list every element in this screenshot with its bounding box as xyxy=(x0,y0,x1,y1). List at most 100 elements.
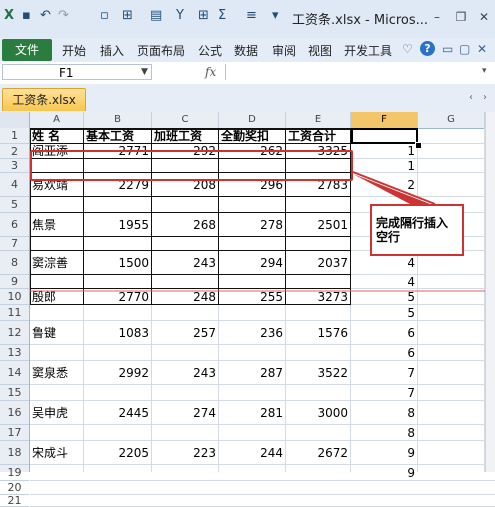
helper-number-cell[interactable]: 7 xyxy=(353,361,415,385)
helper-number-cell[interactable]: 5 xyxy=(353,305,415,321)
formula-input[interactable] xyxy=(225,64,481,80)
value-cell[interactable]: 2992 xyxy=(86,361,149,385)
borders-icon[interactable]: ⊞ xyxy=(198,8,209,24)
column-header-c[interactable]: C xyxy=(152,112,219,128)
row-header-10[interactable]: 10 xyxy=(0,289,29,305)
autosum-icon[interactable]: Σ xyxy=(218,8,226,24)
scroll-left-icon[interactable]: ‹ xyxy=(469,92,473,103)
name-cell[interactable]: 吴申虎 xyxy=(32,401,81,425)
value-cell[interactable]: 2445 xyxy=(86,401,149,425)
row-header-3[interactable]: 3 xyxy=(0,159,29,173)
row-header-17[interactable]: 17 xyxy=(0,425,29,441)
tab-home[interactable]: 开始 xyxy=(62,42,86,59)
value-cell[interactable]: 3522 xyxy=(288,361,348,385)
helper-number-cell[interactable]: 2 xyxy=(353,173,415,197)
row-header-16[interactable]: 16 xyxy=(0,401,29,425)
redo-icon[interactable]: ↷ xyxy=(58,8,69,24)
filter-icon[interactable]: Y xyxy=(176,8,184,24)
value-cell[interactable]: 2037 xyxy=(288,251,348,275)
row-header-12[interactable]: 12 xyxy=(0,321,29,345)
tab-insert[interactable]: 插入 xyxy=(100,42,124,59)
row-header-6[interactable]: 6 xyxy=(0,213,29,237)
cell-area[interactable]: 姓 名基本工资 加班工资 全勤奖扣 工资合计 阎亚添 2771 292 262 3325 易欢靖 2… xyxy=(30,128,495,507)
tab-file[interactable]: 文件 xyxy=(2,39,52,61)
insert-function-icon[interactable]: fx xyxy=(205,65,216,79)
row-header-4[interactable]: 4 xyxy=(0,173,29,197)
header-cell[interactable]: 工资合计 xyxy=(288,128,348,144)
helper-number-cell[interactable]: 8 xyxy=(353,425,415,441)
value-cell[interactable]: 2501 xyxy=(288,213,348,237)
row-header-21[interactable]: 21 xyxy=(0,495,29,507)
worksheet-grid[interactable]: A B C D E F G 1 2 3 4 5 6 7 8 9 10 11 12 13 14 15 16 17 1… xyxy=(0,112,495,507)
scroll-right-icon[interactable]: › xyxy=(483,92,487,103)
column-header-f[interactable]: F xyxy=(351,112,418,128)
sort-icon[interactable]: ≡ xyxy=(246,8,257,24)
value-cell[interactable]: 274 xyxy=(154,401,216,425)
workbook-tab[interactable]: 工资条.xlsx xyxy=(2,88,86,111)
row-header-8[interactable]: 8 xyxy=(0,251,29,275)
name-box[interactable]: F1 xyxy=(2,64,152,80)
column-header-g[interactable]: G xyxy=(418,112,485,128)
row-header-20[interactable]: 20 xyxy=(0,481,29,495)
row-header-15[interactable]: 15 xyxy=(0,385,29,401)
value-cell[interactable]: 268 xyxy=(154,213,216,237)
row-header-19[interactable]: 19 xyxy=(0,465,29,481)
value-cell[interactable]: 1083 xyxy=(86,321,149,345)
restore-icon[interactable]: ❐ xyxy=(452,8,470,26)
value-cell[interactable]: 294 xyxy=(221,251,283,275)
column-header-e[interactable]: E xyxy=(286,112,351,128)
value-cell[interactable]: 248 xyxy=(154,289,216,305)
print-preview-icon[interactable]: ▫ xyxy=(100,8,109,24)
row-header-13[interactable]: 13 xyxy=(0,345,29,361)
helper-number-cell[interactable]: 1 xyxy=(353,159,415,173)
value-cell[interactable]: 243 xyxy=(154,361,216,385)
excel-icon[interactable]: X xyxy=(4,8,14,24)
autofilter-icon[interactable]: ▤ xyxy=(150,8,162,24)
value-cell[interactable]: 281 xyxy=(221,401,283,425)
vertical-scrollbar[interactable] xyxy=(485,112,495,472)
column-header-d[interactable]: D xyxy=(219,112,286,128)
select-all-corner[interactable] xyxy=(0,112,30,128)
helper-number-cell[interactable]: 6 xyxy=(353,321,415,345)
minimize-icon[interactable]: – xyxy=(428,8,446,26)
name-cell[interactable]: 宋成斗 xyxy=(32,441,81,465)
row-header-14[interactable]: 14 xyxy=(0,361,29,385)
value-cell[interactable]: 244 xyxy=(221,441,283,465)
helper-number-cell[interactable]: 1 xyxy=(353,144,415,159)
workbook-close-icon[interactable]: ✕ xyxy=(477,42,487,56)
fill-handle[interactable] xyxy=(415,142,422,149)
value-cell[interactable]: 2205 xyxy=(86,441,149,465)
column-header-a[interactable]: A xyxy=(30,112,84,128)
row-header-18[interactable]: 18 xyxy=(0,441,29,465)
row-header-9[interactable]: 9 xyxy=(0,275,29,289)
customize-qat-icon[interactable]: ▾ xyxy=(272,8,279,24)
value-cell[interactable]: 3000 xyxy=(288,401,348,425)
undo-icon[interactable]: ↶ xyxy=(40,8,51,24)
row-header-7[interactable]: 7 xyxy=(0,237,29,251)
workbook-minimize-icon[interactable]: ▭ xyxy=(442,42,453,56)
helper-number-cell[interactable]: 9 xyxy=(353,441,415,465)
tab-view[interactable]: 视图 xyxy=(308,42,332,59)
helper-number-cell[interactable]: 7 xyxy=(353,385,415,401)
row-header-1[interactable]: 1 xyxy=(0,128,29,144)
value-cell[interactable]: 1955 xyxy=(86,213,149,237)
chevron-down-icon[interactable]: ▼ xyxy=(141,67,148,77)
value-cell[interactable]: 1576 xyxy=(288,321,348,345)
value-cell[interactable]: 243 xyxy=(154,251,216,275)
value-cell[interactable]: 278 xyxy=(221,213,283,237)
tab-developer[interactable]: 开发工具 xyxy=(344,42,392,59)
helper-number-cell[interactable]: 6 xyxy=(353,345,415,361)
format-painter-icon[interactable]: ⊞ xyxy=(122,8,133,24)
header-cell[interactable]: 基本工资 xyxy=(86,128,149,144)
helper-number-cell[interactable]: 4 xyxy=(353,275,415,289)
name-cell[interactable]: 窦淙善 xyxy=(32,251,81,275)
name-cell[interactable]: 焦景 xyxy=(32,213,81,237)
name-cell[interactable]: 窦泉悉 xyxy=(32,361,81,385)
row-header-2[interactable]: 2 xyxy=(0,144,29,159)
header-cell[interactable]: 全勤奖扣 xyxy=(221,128,283,144)
value-cell[interactable]: 1500 xyxy=(86,251,149,275)
workbook-restore-icon[interactable]: ▢ xyxy=(459,42,470,56)
helper-number-cell[interactable]: 8 xyxy=(353,401,415,425)
expand-formula-bar-icon[interactable]: ▾ xyxy=(482,66,487,76)
close-icon[interactable]: ✕ xyxy=(475,8,493,26)
